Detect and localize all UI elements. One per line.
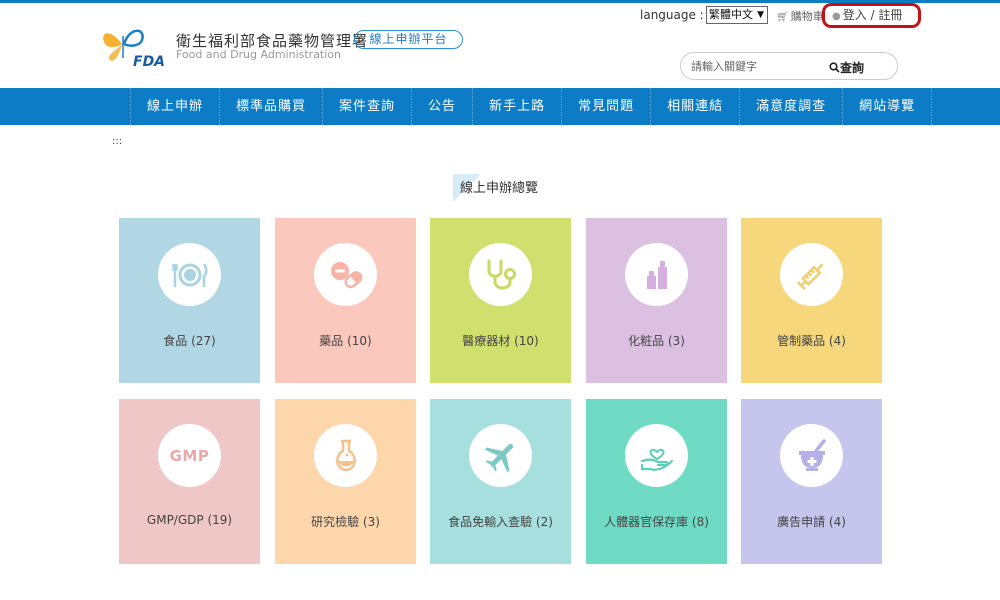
- category-label: 醫療器材 (10): [462, 334, 539, 348]
- search-button[interactable]: 查詢: [829, 59, 864, 76]
- nav-item-faq[interactable]: 常見問題: [562, 88, 652, 125]
- category-tile-research-testing[interactable]: 研究檢驗 (3): [275, 399, 416, 564]
- nav-item-online-application[interactable]: 線上申辦: [131, 88, 221, 125]
- language-label: language :: [640, 8, 704, 22]
- heart-hand-icon: [640, 448, 673, 471]
- icon-circle: [314, 424, 377, 487]
- category-tile-food-import-exemption[interactable]: 食品免輸入查驗 (2): [430, 399, 571, 564]
- search-icon: [829, 62, 840, 73]
- category-tile-organ-bank[interactable]: 人體器官保存庫 (8): [586, 399, 727, 564]
- nav-item-related-links[interactable]: 相關連結: [651, 88, 741, 125]
- flask-icon: [335, 439, 356, 471]
- nav-item-sitemap[interactable]: 網站導覽: [843, 88, 933, 125]
- category-label: 研究檢驗 (3): [311, 515, 380, 529]
- icon-circle: [158, 243, 221, 306]
- category-label: 食品免輸入查驗 (2): [448, 515, 553, 529]
- cart-link[interactable]: 🛒︎ 購物車: [776, 8, 824, 24]
- chevron-down-icon: ▼: [757, 10, 764, 20]
- nav-item-reference-standards[interactable]: 標準品購買: [220, 88, 324, 125]
- category-tile-food[interactable]: 食品 (27): [119, 218, 260, 383]
- category-label: 食品 (27): [163, 334, 216, 348]
- category-label: 廣告申請 (4): [777, 515, 846, 529]
- fda-logo[interactable]: FDA: [100, 22, 170, 70]
- category-label: GMP/GDP (19): [146, 513, 233, 527]
- stethoscope-icon: [487, 259, 516, 289]
- cart-icon: 🛒︎: [776, 12, 789, 23]
- category-tile-controlled-drugs[interactable]: 管制藥品 (4): [741, 218, 882, 383]
- category-label: 管制藥品 (4): [777, 334, 846, 348]
- syringe-icon: [796, 263, 823, 290]
- category-label: 藥品 (10): [319, 334, 372, 348]
- main-nav: 線上申辦 標準品購買 案件查詢 公告 新手上路 常見問題 相關連結 滿意度調查 …: [0, 88, 1000, 125]
- nav-items: 線上申辦 標準品購買 案件查詢 公告 新手上路 常見問題 相關連結 滿意度調查 …: [130, 88, 933, 125]
- agency-name-en: Food and Drug Administration: [176, 48, 341, 61]
- category-tile-gmp-gdp[interactable]: GMP GMP/GDP (19): [119, 399, 260, 564]
- plate-utensils-icon: [171, 262, 207, 287]
- nav-item-case-query[interactable]: 案件查詢: [323, 88, 413, 125]
- search-button-label: 查詢: [840, 61, 865, 75]
- category-tile-medical-devices[interactable]: 醫療器材 (10): [430, 218, 571, 383]
- icon-circle: [469, 424, 532, 487]
- login-register-link[interactable]: ● 登入 / 註冊: [822, 3, 921, 28]
- airplane-icon: [484, 443, 513, 472]
- icon-circle: [625, 243, 688, 306]
- user-icon: ●: [832, 11, 841, 22]
- mortar-icon: [798, 438, 826, 471]
- search-box: 查詢: [680, 52, 898, 80]
- language-select[interactable]: 繁體中文 ▼: [706, 6, 768, 24]
- platform-badge[interactable]: 線上申辦平台: [354, 30, 463, 49]
- login-label: 登入 / 註冊: [842, 8, 903, 22]
- gmp-icon: GMP: [169, 446, 210, 465]
- icon-circle: [780, 424, 843, 487]
- category-label: 化粧品 (3): [628, 334, 685, 348]
- section-title: 線上申辦總覽: [453, 174, 538, 202]
- category-tile-cosmetics[interactable]: 化粧品 (3): [586, 218, 727, 383]
- icon-circle: [780, 243, 843, 306]
- language-selected-value: 繁體中文: [709, 8, 753, 21]
- search-input[interactable]: [691, 58, 831, 75]
- category-tile-advertising[interactable]: 廣告申請 (4): [741, 399, 882, 564]
- nav-item-announcements[interactable]: 公告: [412, 88, 474, 125]
- logo-text: FDA: [133, 54, 165, 68]
- icon-circle: [314, 243, 377, 306]
- section-title-text: 線上申辦總覽: [460, 181, 539, 196]
- icon-circle: [469, 243, 532, 306]
- category-label: 人體器官保存庫 (8): [604, 515, 709, 529]
- nav-item-survey[interactable]: 滿意度調查: [740, 88, 844, 125]
- category-tile-drugs[interactable]: 藥品 (10): [275, 218, 416, 383]
- cosmetics-icon: [646, 260, 667, 289]
- butterfly-logo-icon: FDA: [103, 29, 165, 70]
- nav-item-getting-started[interactable]: 新手上路: [473, 88, 563, 125]
- cart-label: 購物車: [790, 10, 824, 23]
- accesskey-marker[interactable]: :::: [112, 136, 122, 147]
- icon-circle: GMP: [158, 424, 221, 487]
- pills-icon: [330, 261, 362, 288]
- icon-circle: [625, 424, 688, 487]
